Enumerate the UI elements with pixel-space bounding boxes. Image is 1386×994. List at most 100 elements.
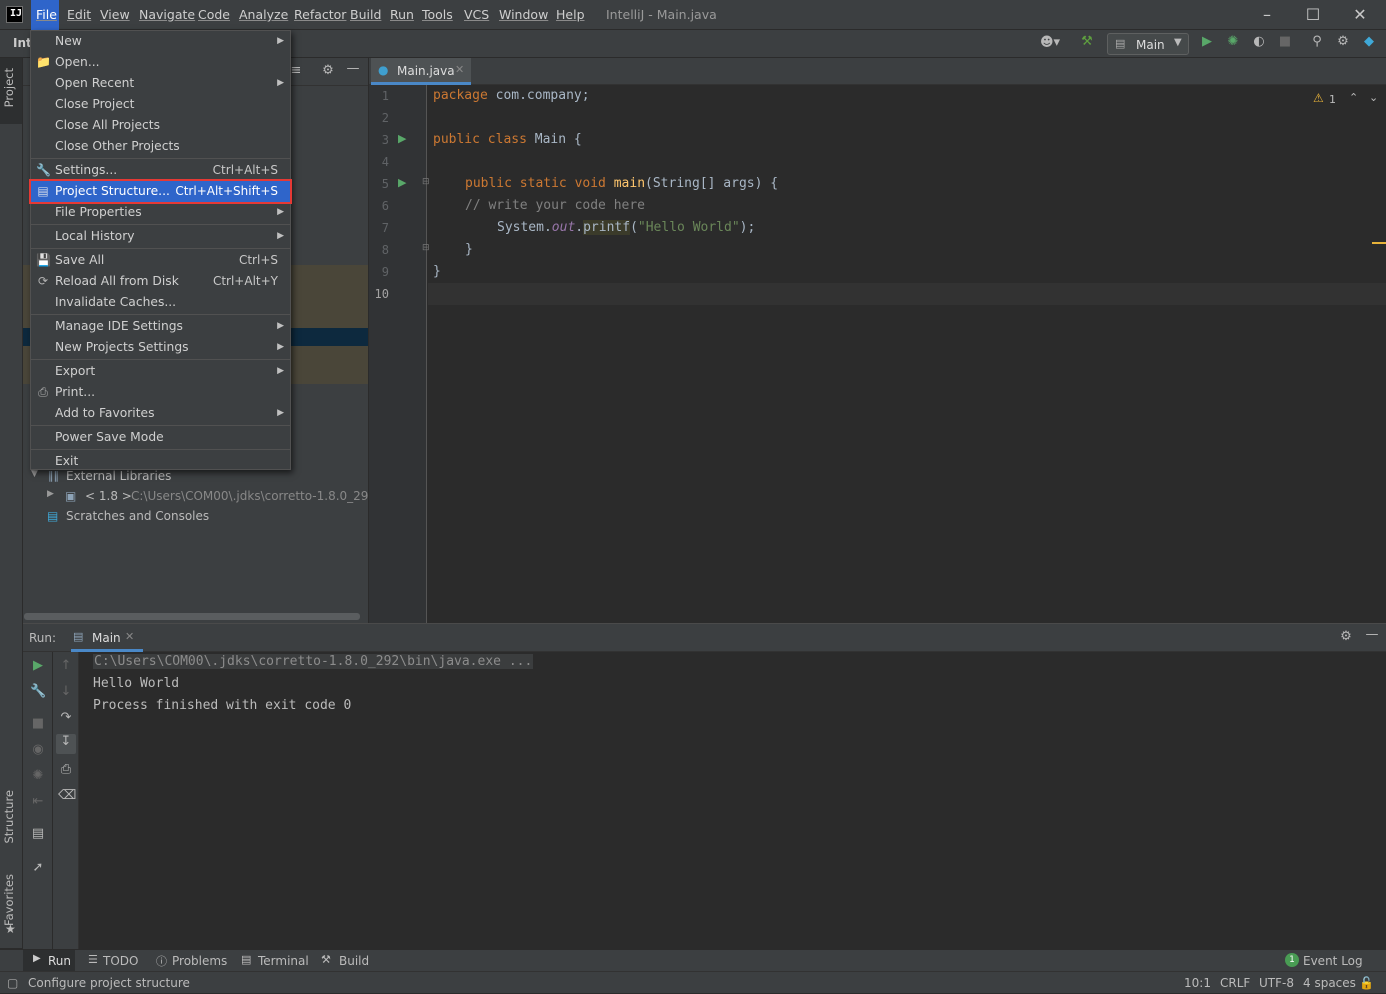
event-log-button[interactable]: 1 Event Log bbox=[1285, 950, 1365, 972]
menu-item-new[interactable]: New ▶ bbox=[31, 31, 290, 52]
menu-item-local-history[interactable]: Local History ▶ bbox=[31, 226, 290, 247]
menu-vcs[interactable]: VCS bbox=[464, 0, 489, 30]
coverage-icon[interactable]: ◐ bbox=[1251, 34, 1267, 49]
menu-edit[interactable]: Edit bbox=[67, 0, 91, 30]
stop-icon[interactable]: ■ bbox=[1277, 34, 1293, 49]
menu-item-open[interactable]: 📁 Open... bbox=[31, 52, 290, 73]
menu-item-save-all[interactable]: 💾 Save All Ctrl+S bbox=[31, 250, 290, 271]
fold-icon[interactable]: ⊟ bbox=[422, 177, 430, 187]
menu-item-close-project[interactable]: Close Project bbox=[31, 94, 290, 115]
menu-build[interactable]: Build bbox=[350, 0, 381, 30]
favorites-side-tab[interactable]: Favorites ★ bbox=[0, 868, 22, 944]
build-hammer-icon[interactable]: ⚒ bbox=[1078, 34, 1096, 49]
stop-icon[interactable]: ■ bbox=[30, 716, 46, 731]
close-tab-icon[interactable]: ✕ bbox=[455, 63, 464, 76]
breadcrumb[interactable]: Int bbox=[13, 36, 32, 50]
menu-item-file-properties[interactable]: File Properties ▶ bbox=[31, 202, 290, 223]
menu-analyze[interactable]: Analyze bbox=[239, 0, 288, 30]
camera-icon[interactable]: ◉ bbox=[30, 742, 46, 757]
code-line-6[interactable]: // write your code here bbox=[465, 198, 645, 213]
file-encoding[interactable]: UTF-8 bbox=[1259, 972, 1294, 994]
console-output-line[interactable]: Hello World bbox=[93, 676, 179, 691]
panel-gear-icon[interactable]: ⚙ bbox=[321, 63, 335, 78]
menu-item-new-projects-settings[interactable]: New Projects Settings ▶ bbox=[31, 337, 290, 358]
menu-item-close-other-projects[interactable]: Close Other Projects bbox=[31, 136, 290, 157]
toolbox-icon[interactable]: ◆ bbox=[1361, 34, 1377, 49]
line-separator[interactable]: CRLF bbox=[1220, 972, 1250, 994]
bottom-tab-terminal[interactable]: ▤ Terminal bbox=[241, 950, 311, 972]
bottom-tab-problems[interactable]: ⓘ Problems bbox=[155, 950, 229, 972]
tree-node-scratches[interactable]: ▤ Scratches and Consoles bbox=[47, 509, 367, 527]
menu-refactor[interactable]: Refactor bbox=[294, 0, 346, 30]
run-icon[interactable]: ▶ bbox=[1199, 34, 1215, 49]
rerun-icon[interactable]: ▶ bbox=[30, 658, 46, 673]
tab-main-java[interactable]: ● Main.java ✕ bbox=[371, 58, 471, 85]
indent-setting[interactable]: 4 spaces bbox=[1303, 972, 1356, 994]
soft-wrap-icon[interactable]: ↷ bbox=[58, 710, 74, 725]
arrow-down-icon[interactable]: ↓ bbox=[58, 684, 74, 699]
debug-icon[interactable]: ✺ bbox=[1225, 34, 1241, 49]
code-line-9[interactable]: } bbox=[433, 264, 441, 279]
menu-item-settings[interactable]: 🔧 Settings... Ctrl+Alt+S bbox=[31, 160, 290, 181]
collapse-all-icon[interactable]: ≡ bbox=[289, 63, 303, 78]
warning-icon[interactable]: ⚠ bbox=[1313, 91, 1324, 105]
scroll-to-end-icon[interactable]: ↧ bbox=[56, 734, 76, 754]
horizontal-scrollbar[interactable] bbox=[24, 613, 360, 620]
code-line-3[interactable]: public class Main { bbox=[433, 132, 582, 147]
prev-highlight-icon[interactable]: ⌃ bbox=[1349, 91, 1358, 104]
print-icon[interactable]: ⎙ bbox=[58, 762, 74, 777]
menu-window[interactable]: Window bbox=[499, 0, 548, 30]
code-line-8[interactable]: } bbox=[465, 242, 473, 257]
menu-item-manage-ide-settings[interactable]: Manage IDE Settings ▶ bbox=[31, 316, 290, 337]
arrow-up-icon[interactable]: ↑ bbox=[58, 658, 74, 673]
run-tab-main[interactable]: ▤ Main ✕ bbox=[71, 624, 143, 652]
user-icon[interactable]: ☻▾ bbox=[1036, 35, 1064, 50]
gear-icon[interactable]: ⚙ bbox=[1335, 34, 1351, 49]
console-output-line[interactable]: Process finished with exit code 0 bbox=[93, 698, 351, 713]
trash-icon[interactable]: ⌫ bbox=[58, 788, 76, 803]
menu-item-open-recent[interactable]: Open Recent ▶ bbox=[31, 73, 290, 94]
close-window-button[interactable]: ✕ bbox=[1337, 0, 1383, 30]
menu-run[interactable]: Run bbox=[390, 0, 414, 30]
tree-node-jdk[interactable]: ▶ ▣ < 1.8 > C:\Users\COM00\.jdks\corrett… bbox=[47, 489, 368, 507]
structure-side-tab[interactable]: Structure bbox=[0, 784, 22, 854]
menu-tools[interactable]: Tools bbox=[422, 0, 453, 30]
hide-panel-icon[interactable]: — bbox=[346, 61, 360, 76]
menu-item-project-structure[interactable]: ▤ Project Structure... Ctrl+Alt+Shift+S bbox=[29, 179, 292, 204]
bottom-tab-run[interactable]: ▶ Run bbox=[23, 950, 75, 972]
menu-item-invalidate-caches[interactable]: Invalidate Caches... bbox=[31, 292, 290, 313]
run-gear-icon[interactable]: ⚙ bbox=[1338, 629, 1354, 644]
debug-bug-icon[interactable]: ✺ bbox=[30, 768, 46, 783]
code-line-1[interactable]: package com.company; bbox=[433, 88, 590, 103]
search-icon[interactable]: ⚲ bbox=[1309, 34, 1325, 49]
run-config-dropdown[interactable]: ▤ Main ▼ bbox=[1107, 33, 1189, 55]
wrench-icon[interactable]: 🔧 bbox=[30, 684, 46, 699]
menu-code[interactable]: Code bbox=[198, 0, 230, 30]
menu-item-export[interactable]: Export ▶ bbox=[31, 361, 290, 382]
project-side-tab[interactable]: Project bbox=[0, 58, 22, 124]
menu-item-print[interactable]: ⎙ Print... bbox=[31, 382, 290, 403]
menu-view[interactable]: View bbox=[100, 0, 130, 30]
menu-item-close-all-projects[interactable]: Close All Projects bbox=[31, 115, 290, 136]
menu-item-add-to-favorites[interactable]: Add to Favorites ▶ bbox=[31, 403, 290, 424]
next-highlight-icon[interactable]: ⌄ bbox=[1369, 91, 1378, 104]
close-tab-icon[interactable]: ✕ bbox=[125, 630, 134, 643]
run-gutter-icon[interactable]: ▶ bbox=[398, 176, 406, 189]
warning-stripe-marker[interactable] bbox=[1372, 242, 1386, 244]
pin-icon[interactable]: ➚ bbox=[30, 860, 46, 875]
toggle-tool-windows-icon[interactable]: ▢ bbox=[7, 972, 18, 994]
caret-position[interactable]: 10:1 bbox=[1184, 972, 1211, 994]
menu-item-power-save-mode[interactable]: Power Save Mode bbox=[31, 427, 290, 448]
menu-file[interactable]: File bbox=[31, 0, 59, 30]
layout-icon[interactable]: ▤ bbox=[30, 826, 46, 841]
bottom-tab-todo[interactable]: ☰ TODO bbox=[86, 950, 146, 972]
menu-help[interactable]: Help bbox=[556, 0, 585, 30]
maximize-button[interactable]: ☐ bbox=[1290, 0, 1336, 30]
code-line-7[interactable]: System.out.printf("Hello World"); bbox=[497, 220, 755, 235]
lock-icon[interactable]: 🔓 bbox=[1359, 972, 1374, 994]
run-gutter-icon[interactable]: ▶ bbox=[398, 132, 406, 145]
console-command-line[interactable]: C:\Users\COM00\.jdks\corretto-1.8.0_292\… bbox=[93, 654, 534, 669]
code-line-5[interactable]: public static void main(String[] args) { bbox=[465, 176, 778, 191]
menu-item-exit[interactable]: Exit bbox=[31, 451, 290, 472]
fold-icon[interactable]: ⊟ bbox=[422, 243, 430, 253]
